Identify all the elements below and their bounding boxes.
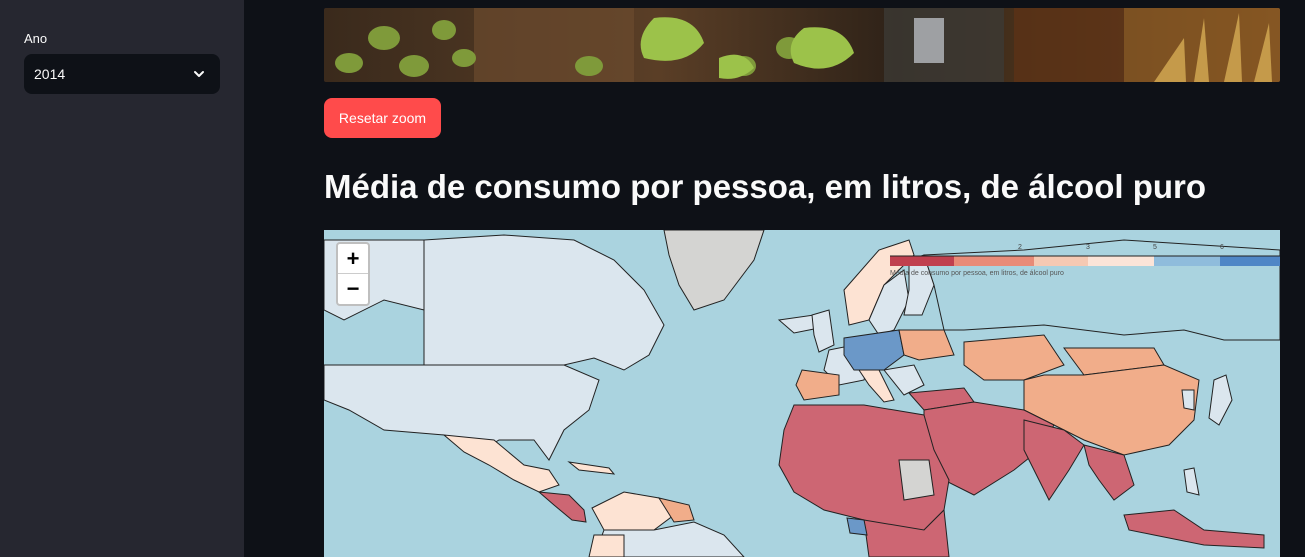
zoom-control: + −: [336, 242, 370, 306]
country-korea[interactable]: [1181, 389, 1195, 411]
banner-image: [324, 8, 1280, 82]
legend-tick-6: 6: [1220, 244, 1224, 251]
country-peru[interactable]: [588, 534, 625, 557]
legend-caption: Média de consumo por pessoa, em litros, …: [890, 270, 1064, 277]
country-gabon[interactable]: [846, 517, 868, 536]
year-label: Ano: [24, 31, 48, 46]
country-spain-portugal[interactable]: [795, 369, 840, 401]
country-ukraine[interactable]: [898, 329, 955, 361]
chevron-down-icon: [194, 71, 204, 77]
legend-tick-5: 5: [1153, 244, 1157, 251]
banner-illustration: [324, 8, 1280, 82]
year-select[interactable]: 2014: [24, 54, 220, 94]
legend-tick-3: 3: [1086, 244, 1090, 251]
year-select-value: 2014: [34, 66, 66, 82]
zoom-in-button[interactable]: +: [338, 244, 368, 274]
page-title: Média de consumo por pessoa, em litros, …: [324, 168, 1207, 205]
reset-zoom-button[interactable]: Resetar zoom: [324, 98, 441, 138]
sidebar: Ano 2014: [0, 0, 244, 557]
country-sudan[interactable]: [898, 459, 935, 501]
choropleth-map[interactable]: 2 3 5 6 Média de consumo por pessoa, em …: [324, 230, 1280, 557]
legend-tick-2: 2: [1018, 244, 1022, 251]
zoom-out-button[interactable]: −: [338, 274, 368, 304]
